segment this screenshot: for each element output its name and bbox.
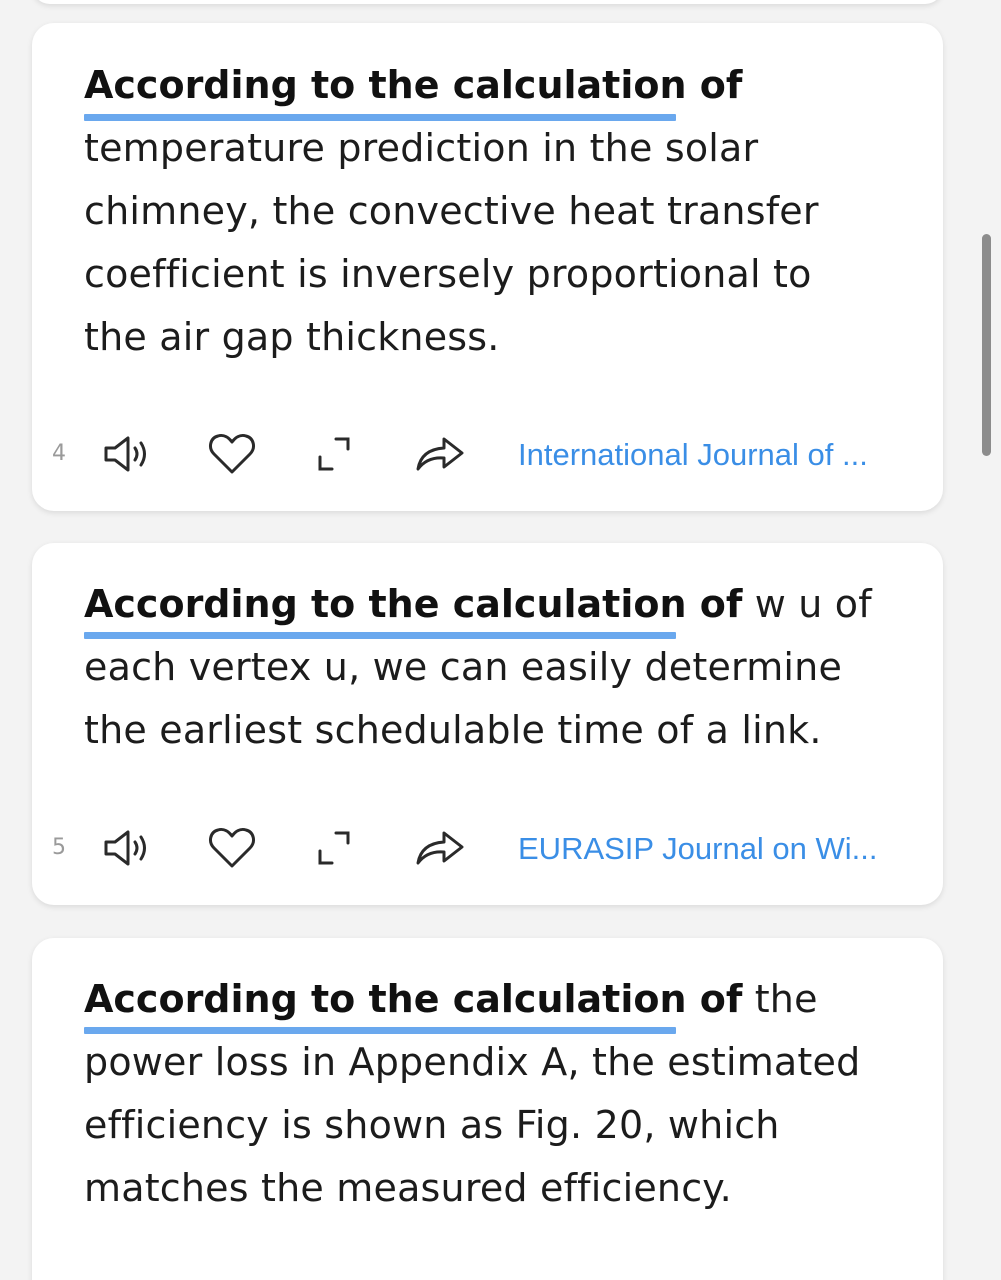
speaker-icon[interactable] [102, 431, 154, 477]
action-row: 5 EURASIP Journal on Wi... [32, 823, 943, 873]
source-link[interactable]: International Journal of ... [518, 437, 868, 473]
keyword-underline [84, 114, 676, 121]
speaker-icon[interactable] [102, 825, 154, 871]
heart-icon[interactable] [206, 825, 258, 871]
previous-card-edge [32, 0, 943, 4]
expand-icon[interactable] [308, 431, 360, 477]
example-sentence[interactable]: According to the calculation of the powe… [84, 968, 884, 1220]
example-sentence[interactable]: According to the calculation of w u of e… [84, 573, 884, 762]
results-list: According to the calculation of temperatu… [0, 0, 1001, 1280]
result-index: 5 [52, 835, 66, 860]
action-row: 4 International Journal of ... [32, 429, 943, 479]
expand-icon[interactable] [308, 825, 360, 871]
keyword-underline [84, 632, 676, 639]
share-icon[interactable] [414, 431, 466, 477]
keyword-highlight: According to the calculation of [84, 63, 743, 107]
result-card: According to the calculation of temperatu… [32, 23, 943, 511]
keyword-highlight: According to the calculation of [84, 977, 743, 1021]
share-icon[interactable] [414, 825, 466, 871]
keyword-highlight: According to the calculation of [84, 582, 743, 626]
source-link[interactable]: EURASIP Journal on Wi... [518, 831, 878, 867]
result-index: 4 [52, 441, 66, 466]
sentence-text: temperature prediction in the solar chim… [84, 126, 819, 359]
heart-icon[interactable] [206, 431, 258, 477]
scrollbar-thumb[interactable] [982, 234, 991, 456]
keyword-underline [84, 1027, 676, 1034]
example-sentence[interactable]: According to the calculation of temperatu… [84, 54, 884, 369]
result-card: According to the calculation of w u of e… [32, 543, 943, 905]
result-card: According to the calculation of the powe… [32, 938, 943, 1280]
